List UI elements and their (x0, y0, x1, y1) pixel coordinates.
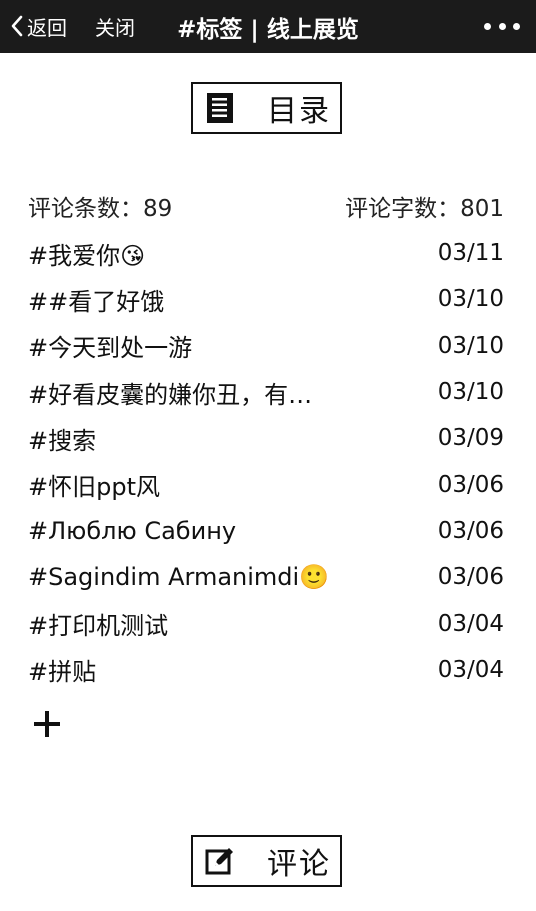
list-item[interactable]: ##看了好饿 03/10 (28, 276, 504, 322)
entry-date: 03/11 (437, 240, 504, 267)
toc-button[interactable]: 目录 (191, 82, 342, 134)
entry-date: 03/09 (437, 425, 504, 452)
entry-date: 03/04 (437, 610, 504, 637)
list-item[interactable]: #我爱你😘 03/11 (28, 230, 504, 276)
list-item[interactable]: #拼贴 03/04 (28, 647, 504, 693)
entry-title: #搜索 (28, 426, 97, 455)
more-dots-icon (484, 22, 491, 30)
entry-title: #拼贴 (28, 658, 97, 687)
close-button[interactable]: 关闭 (95, 9, 135, 43)
list-item[interactable]: #怀旧ppt风 03/06 (28, 461, 504, 507)
toc-label: 目录 (267, 94, 331, 129)
comment-stats: 评论条数：89 评论字数：801 (28, 190, 504, 222)
list-item[interactable]: #搜索 03/09 (28, 415, 504, 461)
entry-title: #Sagindim Armanimdi🙂 (28, 563, 330, 592)
entry-date: 03/10 (437, 286, 504, 313)
list-item[interactable]: #打印机测试 03/04 (28, 600, 504, 646)
chevron-left-icon (11, 15, 23, 37)
entry-date: 03/04 (437, 656, 504, 683)
top-navigation-bar: 返回 关闭 #标签 | 线上展览 (0, 0, 536, 53)
entry-date: 03/06 (437, 471, 504, 498)
page-title: #标签 | 线上展览 (177, 16, 359, 43)
document-list-icon (205, 93, 235, 123)
entry-list: #我爱你😘 03/11 ##看了好饿 03/10 #今天到处一游 03/10 #好看皮… (28, 230, 504, 693)
character-count: 评论字数：801 (345, 196, 504, 222)
entry-title: ##看了好饿 (28, 287, 165, 316)
entry-date: 03/10 (437, 379, 504, 406)
list-item[interactable]: #Люблю Сабину 03/06 (28, 508, 504, 554)
back-label: 返回 (27, 15, 67, 40)
edit-icon (205, 846, 235, 876)
back-button[interactable]: 返回 (10, 9, 67, 43)
plus-icon[interactable] (34, 711, 60, 737)
comment-count: 评论条数：89 (28, 196, 173, 222)
close-label: 关闭 (95, 15, 135, 40)
comment-label: 评论 (267, 847, 331, 882)
entry-date: 03/06 (437, 517, 504, 544)
entry-title: #怀旧ppt风 (28, 473, 160, 502)
list-item[interactable]: #今天到处一游 03/10 (28, 323, 504, 369)
comment-button[interactable]: 评论 (191, 835, 342, 887)
entry-date: 03/06 (437, 564, 504, 591)
list-item[interactable]: #好看皮囊的嫌你丑，有… 03/10 (28, 369, 504, 415)
entry-date: 03/10 (437, 332, 504, 359)
list-item[interactable]: #Sagindim Armanimdi🙂 03/06 (28, 554, 504, 600)
entry-title: #好看皮囊的嫌你丑，有… (28, 380, 313, 409)
entry-title: #今天到处一游 (28, 334, 193, 363)
entry-title: #打印机测试 (28, 612, 169, 641)
entry-title: #Люблю Сабину (28, 516, 237, 545)
entry-title: #我爱你😘 (28, 241, 146, 270)
more-options-button[interactable] (484, 14, 520, 38)
